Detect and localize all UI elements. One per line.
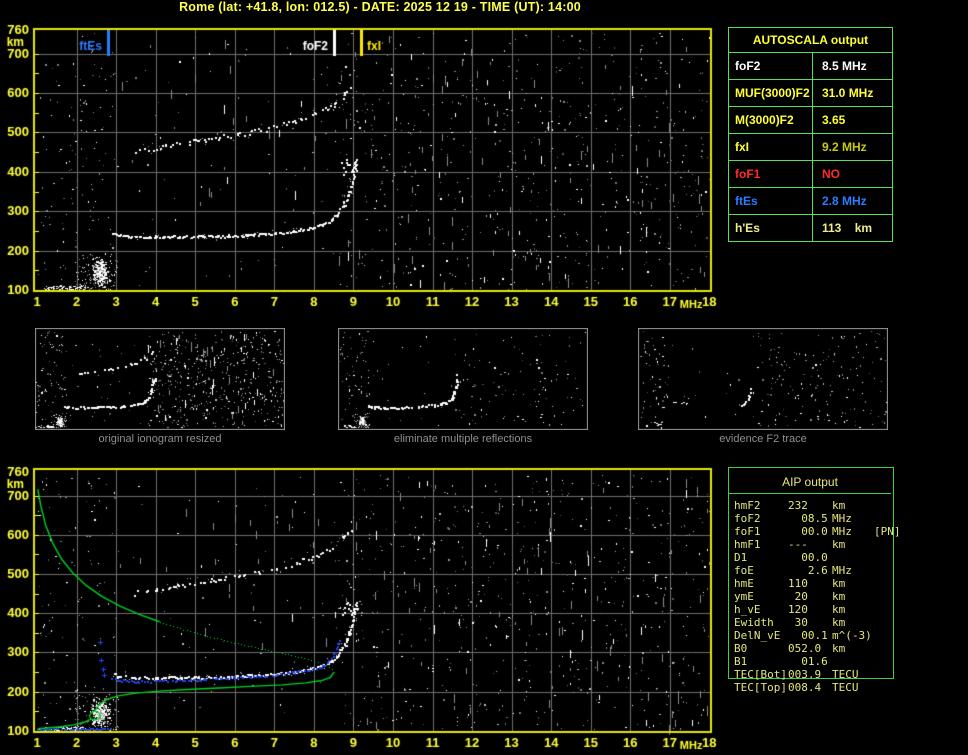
thumbnail-eliminate-reflections (338, 328, 588, 430)
value-MUF3000F2: 31.0 MHz (822, 86, 874, 100)
aip-header: AIP output (782, 474, 838, 489)
autoscala-header: AUTOSCALA output (752, 33, 869, 47)
value-foF1: NO (822, 167, 840, 181)
aip-row-TEC-Top: TEC[Top] 008.4 TECU (734, 681, 859, 694)
param-hEs: h'Es (729, 215, 813, 241)
aip-row-B1: B1 01.6 (734, 655, 828, 668)
param-foF2: foF2 (729, 53, 813, 79)
thumbnail-evidence-f2-trace (638, 328, 888, 430)
aip-row-TEC-Bot: TEC[Bot] 003.9 TECU (734, 668, 859, 681)
table-row: foF2 8.5 MHz (729, 52, 892, 79)
aip-row-B0: B0 052.0 km (734, 642, 846, 655)
table-row: h'Es 113 km (729, 214, 892, 241)
profile-ionogram-plot (0, 455, 725, 755)
param-foF1: foF1 (729, 161, 813, 187)
aip-row-foF1: foF1 00.0 MHz [PN] (734, 525, 901, 538)
param-MUF3000F2: MUF(3000)F2 (729, 80, 813, 106)
aip-row-hmF2: hmF2 232 km (734, 499, 846, 512)
aip-row-h_vE: h_vE 120 km (734, 603, 846, 616)
aip-row-hmE: hmE 110 km (734, 577, 846, 590)
table-row: ftEs 2.8 MHz (729, 187, 892, 214)
value-M3000F2: 3.65 (822, 113, 846, 127)
aip-row-DelN_vE: DelN_vE 00.1 m^(-3) (734, 629, 872, 642)
aip-row-D1: D1 00.0 (734, 551, 828, 564)
param-ftEs: ftEs (729, 188, 813, 214)
aip-output-panel: hmF2 232 km foF2 08.5 MHz foF1 00.0 MHz [PN] … (734, 499, 964, 694)
caption-original-ionogram: original ionogram resized (98, 433, 222, 445)
table-row: fxI 9.2 MHz (729, 133, 892, 160)
aip-row-foF2: foF2 08.5 MHz (734, 512, 852, 525)
aip-header-divider (729, 493, 891, 494)
caption-evidence-f2-trace: evidence F2 trace (719, 433, 807, 445)
station-title: Rome (lat: +41.8, lon: 012.5) - DATE: 20… (179, 0, 581, 14)
caption-eliminate-reflections: eliminate multiple reflections (393, 433, 533, 445)
value-ftEs: 2.8 MHz (822, 194, 867, 208)
param-M3000F2: M(3000)F2 (729, 107, 813, 133)
value-hEs: 113 km (822, 221, 873, 235)
value-foF2: 8.5 MHz (822, 59, 867, 73)
aip-row-hmF1: hmF1 --- km (734, 538, 846, 551)
aip-row-foE: foE 2.6 MHz (734, 564, 852, 577)
value-fxI: 9.2 MHz (822, 140, 867, 154)
table-row: foF1 NO (729, 160, 892, 187)
param-fxI: fxI (729, 134, 813, 160)
main-ionogram-plot (0, 14, 725, 319)
aip-row-Ewidth: Ewidth 30 km (734, 616, 846, 629)
autoscala-output-panel: AUTOSCALA output foF2 8.5 MHz MUF(3000)F… (728, 27, 893, 242)
thumbnail-original-ionogram (35, 328, 285, 430)
table-row: MUF(3000)F2 31.0 MHz (729, 79, 892, 106)
table-row: M(3000)F2 3.65 (729, 106, 892, 133)
aip-row-ymE: ymE 20 km (734, 590, 846, 603)
